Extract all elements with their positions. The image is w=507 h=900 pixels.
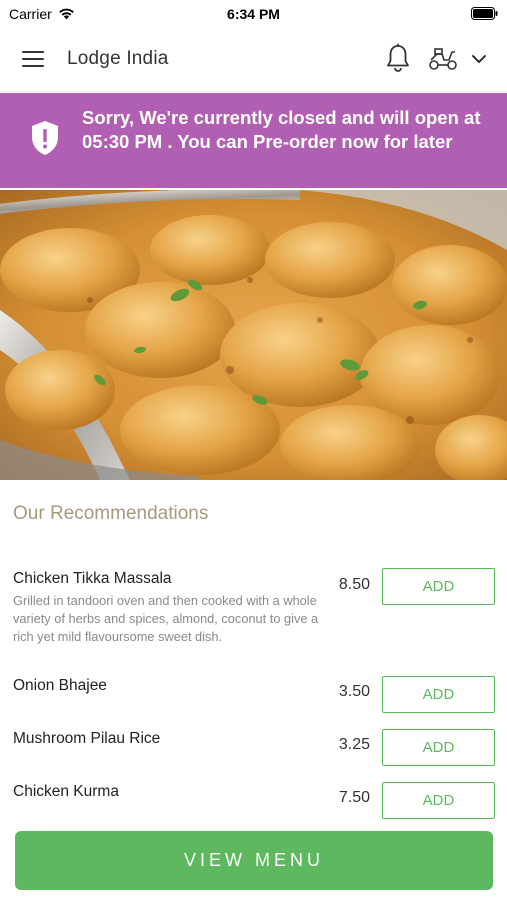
item-price: 3.25 bbox=[338, 736, 370, 753]
chevron-down-icon[interactable] bbox=[470, 50, 488, 68]
item-name: Chicken Kurma bbox=[13, 783, 119, 800]
item-name: Mushroom Pilau Rice bbox=[13, 730, 161, 747]
restaurant-title: Lodge India bbox=[67, 48, 169, 69]
add-button[interactable]: ADD bbox=[382, 676, 495, 713]
item-price: 7.50 bbox=[338, 789, 370, 806]
menu-icon[interactable] bbox=[22, 48, 46, 68]
status-bar: Carrier 6:34 PM bbox=[0, 0, 507, 28]
closed-notice-text: Sorry, We're currently closed and will o… bbox=[82, 107, 481, 152]
item-price: 8.50 bbox=[338, 576, 370, 593]
item-price: 3.50 bbox=[338, 683, 370, 700]
add-button[interactable]: ADD bbox=[382, 782, 495, 819]
hero-food-image bbox=[0, 190, 507, 480]
status-time: 6:34 PM bbox=[227, 6, 280, 22]
add-button[interactable]: ADD bbox=[382, 729, 495, 766]
closed-notice-banner: Sorry, We're currently closed and will o… bbox=[0, 93, 507, 188]
recommendations-title: Our Recommendations bbox=[13, 503, 209, 524]
bell-icon[interactable] bbox=[385, 43, 411, 73]
shield-alert-icon bbox=[32, 121, 58, 155]
app-header: Lodge India bbox=[0, 28, 507, 92]
delivery-scooter-icon[interactable] bbox=[427, 46, 459, 72]
view-menu-button[interactable]: VIEW MENU bbox=[15, 831, 493, 890]
item-name: Onion Bhajee bbox=[13, 677, 107, 694]
item-name: Chicken Tikka Massala bbox=[13, 570, 172, 587]
add-button[interactable]: ADD bbox=[382, 568, 495, 605]
battery-icon bbox=[471, 7, 498, 20]
item-description: Grilled in tandoori oven and then cooked… bbox=[13, 593, 319, 644]
